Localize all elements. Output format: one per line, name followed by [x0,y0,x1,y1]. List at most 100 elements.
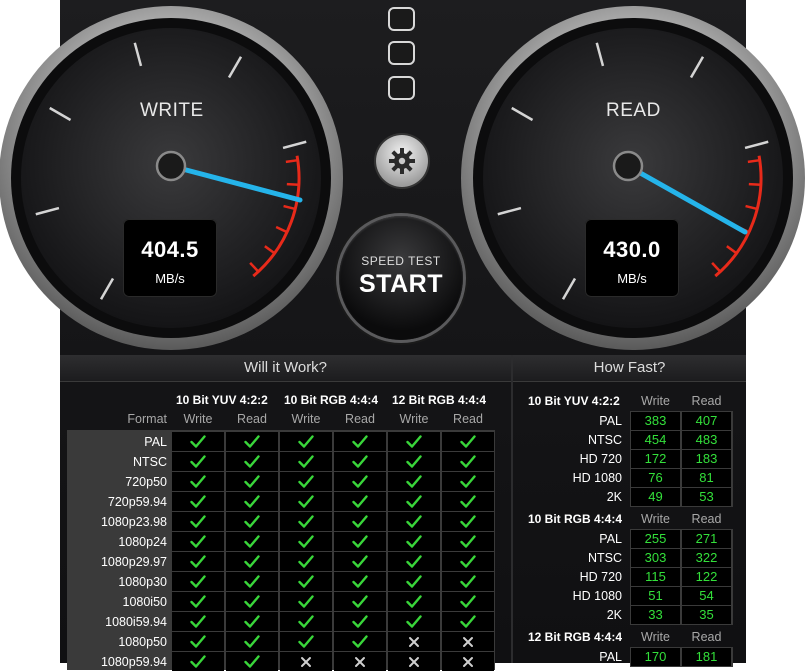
check-icon [190,455,206,468]
check-icon [244,435,260,448]
speed-row-label: HD 720 [579,452,622,466]
write-gauge [0,6,343,350]
format-row-label: 1080i59.94 [105,615,167,629]
write-speed-cell: 303 [631,549,680,567]
check-icon-cell [280,612,332,631]
check-icon-cell [172,512,224,531]
check-icon [352,575,368,588]
start-speed-test-button[interactable]: SPEED TEST START [339,216,463,340]
speed-read-header: Read [691,512,722,526]
check-icon-cell [334,452,386,471]
check-icon [298,595,314,608]
check-icon [244,535,260,548]
read-speed-cell: 322 [682,549,731,567]
speed-row-label: PAL [599,414,622,428]
format-subheader: Write [183,412,213,426]
read-gauge [461,6,805,350]
cross-icon-cell [442,632,494,651]
cross-icon-cell [334,652,386,671]
format-row-label: 1080p59.94 [100,655,167,669]
speed-row-label: HD 1080 [572,589,622,603]
check-icon [298,495,314,508]
read-speed-cell: 271 [682,530,731,548]
check-icon [190,615,206,628]
speed-row-label: 2K [606,608,622,622]
write-speed-cell: 49 [631,488,680,506]
check-icon-cell [442,532,494,551]
check-icon [352,515,368,528]
check-icon [244,655,260,668]
read-speed-cell: 54 [682,587,731,605]
speed-write-header: Write [641,630,670,644]
check-icon [460,435,476,448]
read-speed-cell: 181 [682,648,731,666]
disk-slot-icon [388,76,415,100]
check-icon [298,455,314,468]
check-icon [244,515,260,528]
check-icon-cell [226,572,278,591]
speed-row-label: PAL [599,532,622,546]
cross-icon [463,637,473,647]
format-group-header: 10 Bit RGB 4:4:4 [284,393,379,407]
cross-icon [355,657,365,667]
check-icon-cell [226,652,278,671]
speed-row-label: NTSC [587,433,622,447]
check-icon [460,515,476,528]
speed-row-label: NTSC [587,551,622,565]
check-icon-cell [442,512,494,531]
how-fast-title: How Fast? [513,355,746,382]
check-icon [298,515,314,528]
check-icon [190,595,206,608]
gear-icon [389,148,415,174]
gauge-pivot [155,150,187,182]
read-speed-value: 430.0 [603,237,661,262]
speed-write-header: Write [641,394,670,408]
speed-row-label: PAL [599,650,622,664]
check-icon-cell [280,532,332,551]
format-row-label: 720p50 [125,475,167,489]
check-icon [406,455,422,468]
disk-slot-icon [388,41,415,65]
check-icon [460,455,476,468]
format-row-label: 1080p24 [118,535,167,549]
check-icon [298,555,314,568]
check-icon-cell [442,452,494,471]
format-column-header: Format [127,412,167,426]
write-gauge-label: WRITE [140,100,204,121]
check-icon-cell [388,432,440,451]
check-icon [406,575,422,588]
cross-icon [409,637,419,647]
speed-read-header: Read [691,630,722,644]
check-icon [352,495,368,508]
check-icon-cell [442,492,494,511]
read-speed-cell: 35 [682,606,731,624]
check-icon-cell [442,552,494,571]
check-icon [406,435,422,448]
check-icon [406,595,422,608]
check-icon [460,615,476,628]
format-row-label: 720p59.94 [107,495,167,509]
speed-section-header: 12 Bit RGB 4:4:4 [528,630,623,644]
cross-icon-cell [442,652,494,671]
check-icon-cell [280,572,332,591]
check-icon-cell [388,472,440,491]
check-icon [298,435,314,448]
check-icon-cell [442,592,494,611]
check-icon-cell [226,432,278,451]
check-icon [460,475,476,488]
check-icon [460,595,476,608]
speed-read-header: Read [691,394,722,408]
cross-icon [463,657,473,667]
check-icon-cell [226,632,278,651]
check-icon [244,555,260,568]
read-speed-unit: MB/s [617,271,647,286]
check-icon [352,435,368,448]
check-icon [190,575,206,588]
check-icon [406,615,422,628]
check-icon-cell [280,632,332,651]
check-icon-cell [280,512,332,531]
check-icon [190,475,206,488]
settings-button[interactable] [376,135,428,187]
cross-icon-cell [388,652,440,671]
check-icon-cell [334,612,386,631]
